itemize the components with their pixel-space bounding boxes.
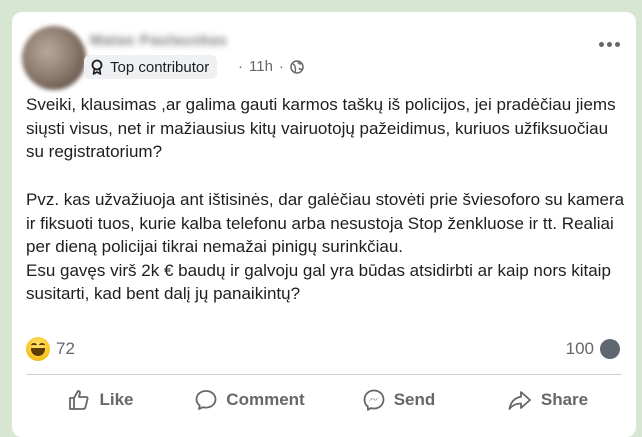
divider: [26, 374, 622, 375]
meta-separator: ·: [278, 58, 284, 75]
post-paragraph-1: Sveiki, klausimas ,ar galima gauti karmo…: [26, 95, 616, 161]
thumbs-up-icon: [67, 388, 91, 412]
share-button[interactable]: Share: [473, 381, 622, 419]
reactions-summary[interactable]: 72: [26, 337, 75, 361]
globe-icon[interactable]: [290, 59, 304, 74]
comment-count: 100: [565, 339, 594, 358]
reaction-count: 72: [56, 339, 75, 358]
author-avatar[interactable]: [22, 26, 86, 90]
meta-separator: ·: [238, 58, 243, 75]
comment-button[interactable]: Comment: [175, 381, 324, 419]
share-arrow-icon: [507, 388, 533, 412]
award-icon: [90, 59, 104, 75]
badge-label: Top contributor: [110, 58, 210, 76]
comment-icon: [194, 388, 218, 412]
dot-icon: [599, 42, 604, 47]
comment-bubble-icon: [600, 339, 620, 359]
share-label: Share: [540, 390, 589, 409]
post-timestamp[interactable]: 11h: [249, 58, 273, 75]
top-contributor-badge[interactable]: Top contributor: [84, 55, 218, 79]
haha-emoji-icon: [26, 337, 50, 361]
send-button[interactable]: Send: [324, 381, 473, 419]
like-button[interactable]: Like: [26, 381, 175, 419]
messenger-icon: [362, 388, 386, 412]
comments-summary[interactable]: 100: [566, 339, 620, 359]
send-label: Send: [393, 390, 436, 409]
post-meta: · 11h ·: [238, 58, 304, 75]
post-card: Matas Paulauskas Top contributor · 11h ·…: [12, 12, 636, 437]
post-paragraph-2: Pvz. kas užvažiuoja ant ištisinės, dar g…: [26, 190, 625, 303]
like-label: Like: [99, 390, 134, 409]
author-name[interactable]: Matas Paulauskas: [90, 32, 227, 49]
action-bar: Like Comment Send Share: [26, 380, 622, 420]
dot-icon: [615, 42, 620, 47]
more-options-button[interactable]: [599, 42, 620, 47]
dot-icon: [607, 42, 612, 47]
comment-label: Comment: [226, 390, 305, 409]
